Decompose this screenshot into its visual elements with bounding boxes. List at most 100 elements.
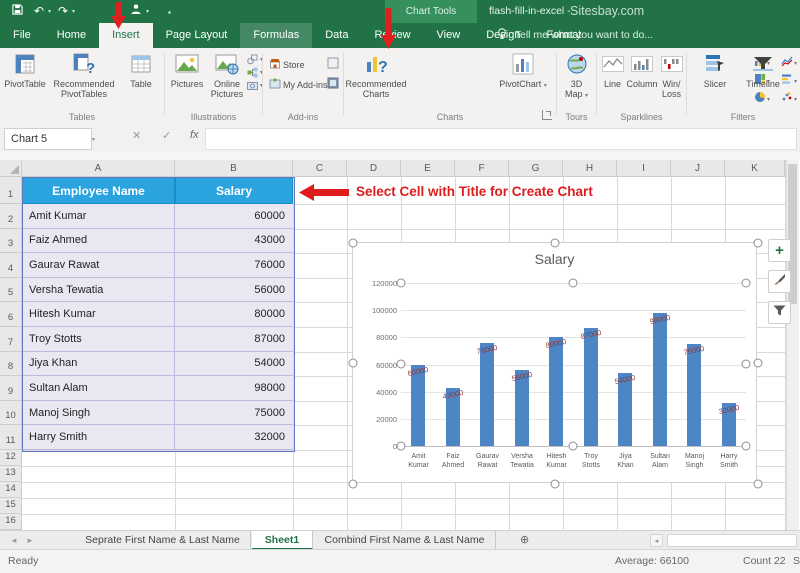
- column-header-C[interactable]: C: [293, 160, 347, 177]
- store-button[interactable]: Store: [269, 58, 305, 71]
- threed-map-button[interactable]: 3DMap ▾: [559, 51, 594, 101]
- row-header-11[interactable]: 11: [0, 425, 22, 450]
- chart-bar-5[interactable]: [549, 337, 563, 446]
- sheet-tab-sheet1[interactable]: Sheet1: [252, 531, 313, 550]
- horizontal-scrollbar[interactable]: [667, 534, 797, 547]
- shapes-icon[interactable]: ▾: [247, 53, 263, 66]
- undo-dropdown-icon[interactable]: ▾: [48, 8, 51, 15]
- column-header-F[interactable]: F: [455, 160, 509, 177]
- column-header-D[interactable]: D: [347, 160, 401, 177]
- cell-name-row9[interactable]: Sultan Alam: [22, 376, 175, 401]
- insert-function-icon[interactable]: fx: [190, 129, 199, 141]
- timeline-button[interactable]: Timeline: [739, 51, 787, 89]
- tell-me-box[interactable]: Tell me what you want to do...: [497, 23, 653, 48]
- row-header-7[interactable]: 7: [0, 327, 22, 352]
- column-header-H[interactable]: H: [563, 160, 617, 177]
- cell-salary-row11[interactable]: 32000: [175, 425, 293, 450]
- pictures-button[interactable]: Pictures: [167, 51, 207, 89]
- tab-page-layout[interactable]: Page Layout: [153, 23, 241, 48]
- chart-selection-handle[interactable]: [551, 480, 560, 489]
- cell-name-row8[interactable]: Jiya Khan: [22, 352, 175, 377]
- tab-file[interactable]: File: [0, 23, 44, 48]
- cell-salary-row9[interactable]: 98000: [175, 376, 293, 401]
- cell-a1-employee-name[interactable]: Employee Name: [22, 177, 175, 204]
- name-box-dropdown-icon[interactable]: ▾: [92, 136, 95, 143]
- cell-name-row5[interactable]: Versha Tewatia: [22, 278, 175, 303]
- cell-salary-row6[interactable]: 80000: [175, 302, 293, 327]
- chart-selection-handle[interactable]: [569, 442, 578, 451]
- row-header-8[interactable]: 8: [0, 352, 22, 377]
- column-header-G[interactable]: G: [509, 160, 563, 177]
- sheet-nav-next-icon[interactable]: ►: [26, 531, 34, 550]
- chart-selection-handle[interactable]: [569, 279, 578, 288]
- chart-selection-handle[interactable]: [397, 442, 406, 451]
- online-pictures-button[interactable]: Online Pictures: [207, 51, 247, 99]
- smartart-icon[interactable]: ▾: [247, 66, 263, 79]
- column-header-E[interactable]: E: [401, 160, 455, 177]
- tab-home[interactable]: Home: [44, 23, 99, 48]
- tab-formulas[interactable]: Formulas: [240, 23, 312, 48]
- chart-bar-3[interactable]: [480, 343, 494, 446]
- sheet-nav-prev-icon[interactable]: ◄: [10, 531, 18, 550]
- sparkline-column-button[interactable]: Column: [627, 51, 657, 89]
- row-header-12[interactable]: 12: [0, 450, 22, 466]
- cell-salary-row5[interactable]: 56000: [175, 278, 293, 303]
- cell-name-row11[interactable]: Harry Smith: [22, 425, 175, 450]
- column-header-J[interactable]: J: [671, 160, 725, 177]
- pivotchart-button[interactable]: PivotChart ▾: [496, 51, 550, 91]
- row-header-9[interactable]: 9: [0, 376, 22, 401]
- row-header-16[interactable]: 16: [0, 514, 22, 530]
- cell-name-row2[interactable]: Amit Kumar: [22, 204, 175, 229]
- user-icon[interactable]: [130, 3, 142, 19]
- addin-gallery-icon[interactable]: [327, 76, 339, 94]
- cell-name-row7[interactable]: Troy Stotts: [22, 327, 175, 352]
- cell-salary-row2[interactable]: 60000: [175, 204, 293, 229]
- chart-selection-handle[interactable]: [742, 442, 751, 451]
- sheet-tab-seprate-first-name-last-name[interactable]: Seprate First Name & Last Name: [75, 531, 251, 550]
- user-dropdown-icon[interactable]: ▾: [146, 8, 149, 15]
- chart-selection-handle[interactable]: [754, 359, 763, 368]
- chart-selection-handle[interactable]: [397, 360, 406, 369]
- enter-icon[interactable]: ✓: [162, 129, 171, 142]
- row-header-5[interactable]: 5: [0, 278, 22, 303]
- row-header-1[interactable]: 1: [0, 177, 22, 204]
- cell-b1-salary[interactable]: Salary: [175, 177, 293, 204]
- row-header-13[interactable]: 13: [0, 466, 22, 482]
- chart-selection-handle[interactable]: [397, 279, 406, 288]
- cell-salary-row8[interactable]: 54000: [175, 352, 293, 377]
- chart-filters-button[interactable]: [768, 301, 791, 324]
- chart-selection-handle[interactable]: [551, 239, 560, 248]
- chart-selection-handle[interactable]: [754, 480, 763, 489]
- chart-bar-6[interactable]: [584, 328, 598, 446]
- formula-input[interactable]: [205, 128, 797, 150]
- cell-salary-row10[interactable]: 75000: [175, 401, 293, 426]
- new-sheet-icon[interactable]: ⊕: [520, 531, 529, 550]
- cell-salary-row4[interactable]: 76000: [175, 253, 293, 278]
- undo-icon[interactable]: ↶: [34, 3, 44, 19]
- cell-salary-row3[interactable]: 43000: [175, 229, 293, 254]
- row-header-2[interactable]: 2: [0, 204, 22, 229]
- customize-quick-access-icon[interactable]: ▪: [168, 5, 171, 21]
- row-header-15[interactable]: 15: [0, 498, 22, 514]
- my-addins-button[interactable]: My Add-ins ▾: [269, 78, 333, 91]
- column-header-K[interactable]: K: [725, 160, 785, 177]
- redo-icon[interactable]: ↷: [58, 3, 68, 19]
- tab-data[interactable]: Data: [312, 23, 361, 48]
- column-header-I[interactable]: I: [617, 160, 671, 177]
- chart-selection-handle[interactable]: [742, 360, 751, 369]
- addin-recent-icon[interactable]: [327, 56, 339, 74]
- row-header-6[interactable]: 6: [0, 302, 22, 327]
- column-header-B[interactable]: B: [175, 160, 293, 177]
- pivottable-button[interactable]: PivotTable: [2, 51, 48, 89]
- chart-bar-9[interactable]: [687, 344, 701, 446]
- chart-selection-handle[interactable]: [742, 279, 751, 288]
- redo-dropdown-icon[interactable]: ▾: [72, 8, 75, 15]
- screenshot-icon[interactable]: ▾: [247, 79, 263, 92]
- name-box[interactable]: Chart 5: [4, 128, 92, 150]
- save-icon[interactable]: [12, 3, 23, 19]
- chart-bar-8[interactable]: [653, 313, 667, 446]
- cell-name-row3[interactable]: Faiz Ahmed: [22, 229, 175, 254]
- slicer-button[interactable]: Slicer: [695, 51, 735, 89]
- select-all-corner[interactable]: [0, 160, 22, 177]
- row-header-3[interactable]: 3: [0, 229, 22, 254]
